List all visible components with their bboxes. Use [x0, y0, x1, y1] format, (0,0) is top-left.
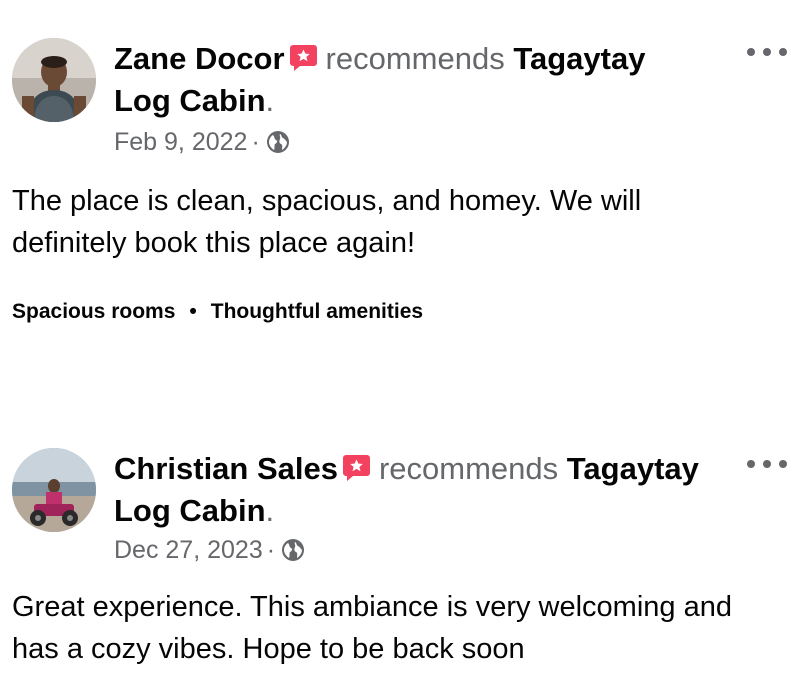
- review-tags: Spacious rooms • Thoughtful amenities: [12, 298, 423, 326]
- tag-item: Thoughtful amenities: [210, 300, 424, 323]
- review-text: Great experience. This ambiance is very …: [12, 591, 732, 665]
- dot-icon: [779, 48, 787, 56]
- review-header: Zane Docor recommends Tagaytay Log Cabin.: [114, 38, 709, 122]
- review-text: The place is clean, spacious, and homey.…: [12, 185, 642, 259]
- dot-icon: [747, 460, 755, 468]
- avatar[interactable]: [12, 38, 96, 122]
- review-date[interactable]: Feb 9, 2022: [114, 128, 247, 156]
- dot-icon: [763, 48, 771, 56]
- recommend-badge-icon: [289, 41, 318, 71]
- tag-item: Spacious rooms: [12, 300, 176, 323]
- globe-icon: [281, 538, 305, 562]
- review-card: Christian Sales recommends Tagaytay Log C…: [0, 440, 799, 683]
- review-meta: Dec 27, 2023 ·: [114, 535, 305, 565]
- dot-icon: [747, 48, 755, 56]
- recommends-label: recommends: [325, 41, 505, 76]
- more-options-icon[interactable]: [747, 42, 787, 62]
- recommend-badge-icon: [342, 451, 371, 481]
- dot-icon: [763, 460, 771, 468]
- tag-separator: •: [189, 300, 197, 323]
- author-name[interactable]: Christian Sales: [114, 451, 338, 486]
- more-options-icon[interactable]: [747, 454, 787, 474]
- period: .: [265, 493, 275, 528]
- review-card: Zane Docor recommends Tagaytay Log Cabin.…: [0, 0, 799, 360]
- author-name[interactable]: Zane Docor: [114, 41, 285, 76]
- recommends-label: recommends: [378, 451, 559, 486]
- dot-icon: [779, 460, 787, 468]
- date-separator: ·: [251, 128, 260, 156]
- review-header: Christian Sales recommends Tagaytay Log C…: [114, 448, 709, 532]
- date-separator: ·: [266, 536, 276, 564]
- period: .: [265, 83, 275, 118]
- globe-icon: [266, 130, 290, 154]
- review-date[interactable]: Dec 27, 2023: [114, 536, 263, 564]
- avatar[interactable]: [12, 448, 96, 532]
- review-meta: Feb 9, 2022 ·: [114, 127, 290, 157]
